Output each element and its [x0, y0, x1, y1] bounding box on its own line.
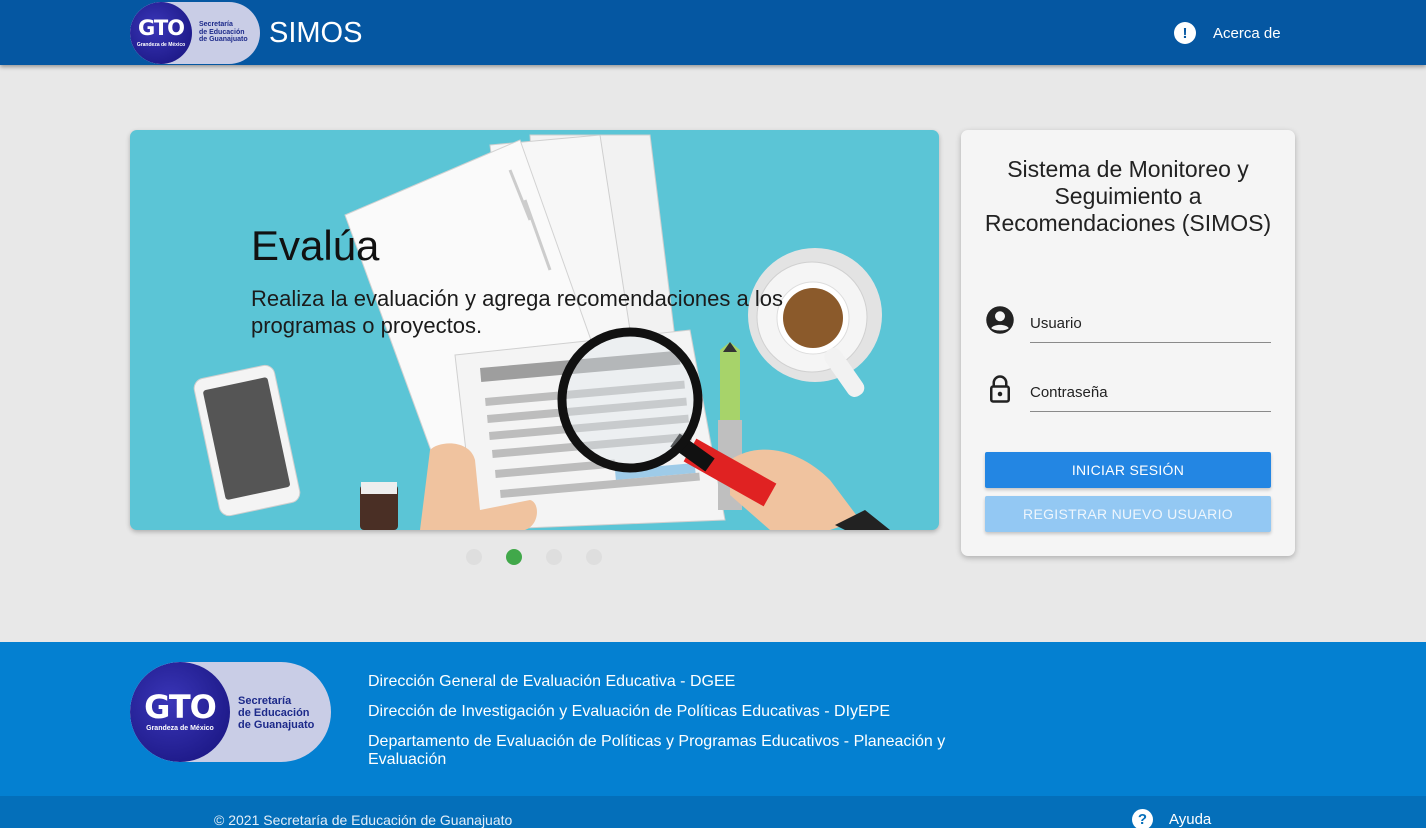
lock-icon	[990, 375, 1010, 403]
carousel-dot-1[interactable]	[466, 549, 482, 565]
copyright-text: © 2021 Secretaría de Educación de Guanaj…	[214, 812, 513, 828]
footer-links: Dirección General de Evaluación Educativ…	[368, 673, 1008, 781]
account-circle-icon	[986, 306, 1014, 334]
username-underline	[1030, 342, 1271, 343]
seg-logo[interactable]: GTO Grandeza de México Secretaría de Edu…	[130, 2, 260, 64]
bottom-bar: © 2021 Secretaría de Educación de Guanaj…	[0, 796, 1426, 828]
username-field	[985, 305, 1271, 345]
slide-description: Realiza la evaluación y agrega recomenda…	[251, 286, 783, 338]
help-button[interactable]: ? Ayuda	[1132, 809, 1211, 828]
logo-org-name: Secretaría de Educación de Guanajuato	[199, 21, 248, 44]
carousel-slide[interactable]: Evalúa Realiza la evaluación y agrega re…	[130, 130, 939, 530]
footer-seg-logo: GTO Grandeza de México Secretaría de Edu…	[130, 662, 331, 762]
logo-org-line: de Guanajuato	[199, 36, 248, 44]
register-button[interactable]: REGISTRAR NUEVO USUARIO	[985, 496, 1271, 532]
top-app-bar: GTO Grandeza de México Secretaría de Edu…	[0, 0, 1426, 65]
login-title: Sistema de Monitoreo y Seguimiento a Rec…	[984, 156, 1272, 236]
footer-link-dgee[interactable]: Dirección General de Evaluación Educativ…	[368, 673, 1008, 691]
password-input[interactable]	[1030, 374, 1271, 410]
logo-org-line: Secretaría	[199, 21, 233, 28]
footer-link-diyepe[interactable]: Dirección de Investigación y Evaluación …	[368, 703, 1008, 721]
info-exclamation-icon: !	[1174, 22, 1196, 44]
about-button[interactable]: ! Acerca de	[1174, 21, 1281, 45]
gto-logo-text: GTO	[137, 16, 185, 40]
help-circle-icon: ?	[1132, 809, 1153, 828]
footer: GTO Grandeza de México Secretaría de Edu…	[0, 642, 1426, 796]
footer-logo-org-line: de Guanajuato	[238, 719, 315, 732]
password-field	[985, 374, 1271, 414]
phone-illustration	[193, 364, 301, 517]
carousel-dot-4[interactable]	[586, 549, 602, 565]
carousel-indicators	[466, 549, 626, 565]
login-button[interactable]: INICIAR SESIÓN	[985, 452, 1271, 488]
password-underline	[1030, 411, 1271, 412]
footer-gto-logo-tagline: Grandeza de México	[146, 725, 214, 732]
footer-link-planeacion[interactable]: Departamento de Evaluación de Políticas …	[368, 733, 1008, 769]
about-label: Acerca de	[1213, 24, 1281, 42]
logo-org-line: de Educación	[199, 28, 245, 36]
footer-gto-logo-text: GTO	[144, 688, 217, 726]
help-label: Ayuda	[1169, 811, 1212, 828]
username-input[interactable]	[1030, 305, 1271, 341]
slide-title: Evalúa	[251, 222, 380, 269]
carousel-dot-3[interactable]	[546, 549, 562, 565]
bottle-illustration	[360, 482, 398, 530]
login-card: Sistema de Monitoreo y Seguimiento a Rec…	[961, 130, 1295, 556]
footer-logo-org-name: Secretaría de Educación de Guanajuato	[238, 695, 314, 731]
carousel-dot-2[interactable]	[506, 549, 522, 565]
app-title: SIMOS	[269, 17, 363, 49]
gto-logo-tagline: Grandeza de México	[136, 42, 186, 48]
gto-logo-circle: GTO Grandeza de México	[130, 2, 192, 64]
footer-gto-logo-circle: GTO Grandeza de México	[130, 662, 230, 762]
footer-logo-org-line: de Educación	[238, 707, 310, 720]
footer-logo-org-line: Secretaría	[238, 695, 292, 707]
